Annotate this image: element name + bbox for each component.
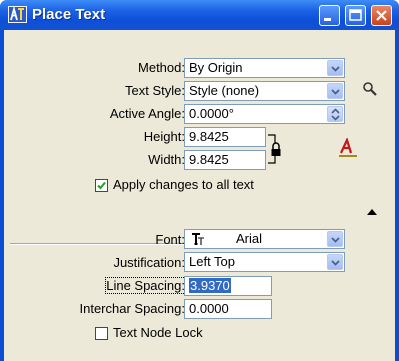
line-spacing-field[interactable]: 3.9370 [184, 276, 272, 296]
justification-value: Left Top [189, 254, 236, 269]
text-style-value: Style (none) [189, 83, 260, 98]
chevron-down-icon [327, 254, 343, 270]
maximize-icon [349, 9, 362, 21]
active-angle-field[interactable]: 0.0000° [184, 104, 345, 124]
height-value: 9.8425 [189, 129, 229, 144]
line-spacing-value: 3.9370 [189, 278, 231, 293]
justification-dropdown[interactable]: Left Top [184, 252, 345, 272]
active-angle-label: Active Angle: [109, 106, 185, 121]
height-field[interactable]: 9.8425 [184, 127, 266, 147]
window-title: Place Text [32, 6, 106, 23]
maximize-button[interactable] [345, 5, 366, 26]
text-style-label: Text Style: [125, 83, 185, 98]
justification-label: Justification: [113, 255, 185, 270]
title-bar[interactable]: Place Text [0, 0, 399, 30]
apply-changes-label[interactable]: Apply changes to all text [113, 177, 254, 192]
text-node-lock-label[interactable]: Text Node Lock [113, 325, 203, 340]
method-label: Method: [138, 60, 185, 75]
minimize-icon [324, 18, 331, 21]
width-label: Width: [148, 152, 185, 167]
close-button[interactable] [371, 5, 392, 26]
active-angle-value: 0.0000° [189, 106, 234, 121]
height-label: Height: [143, 129, 185, 144]
text-style-icon[interactable] [338, 138, 358, 158]
font-label: Font: [155, 232, 185, 247]
magnifier-icon[interactable] [362, 81, 378, 97]
dialog-body: Method: By Origin Text Style: Style (non… [4, 30, 395, 361]
font-dropdown[interactable]: Arial [184, 229, 345, 249]
chevron-down-icon [327, 60, 343, 76]
method-value: By Origin [189, 60, 243, 75]
chevron-down-icon [327, 83, 343, 99]
text-style-dropdown[interactable]: Style (none) [184, 81, 345, 101]
checkmark-icon [97, 181, 106, 190]
collapse-arrow-icon[interactable] [366, 208, 378, 216]
apply-changes-checkbox[interactable] [95, 179, 108, 192]
interchar-spacing-label: Interchar Spacing: [79, 301, 185, 316]
width-value: 9.8425 [189, 152, 229, 167]
interchar-spacing-value: 0.0000 [189, 301, 229, 316]
line-spacing-label: Line Spacing: [105, 277, 186, 294]
place-text-window: Place Text Method: By Origin Text Style:… [0, 0, 399, 361]
application-icon [8, 6, 27, 23]
width-field[interactable]: 9.8425 [184, 150, 266, 170]
lock-icon[interactable] [267, 133, 289, 165]
font-value: Arial [236, 231, 263, 246]
spin-button[interactable] [327, 106, 343, 122]
chevron-down-icon [327, 231, 343, 247]
close-icon [376, 10, 387, 21]
text-node-lock-checkbox[interactable] [95, 327, 108, 340]
interchar-spacing-field[interactable]: 0.0000 [184, 299, 272, 319]
truetype-font-icon [192, 233, 204, 245]
minimize-button[interactable] [319, 5, 340, 26]
method-dropdown[interactable]: By Origin [184, 58, 345, 78]
